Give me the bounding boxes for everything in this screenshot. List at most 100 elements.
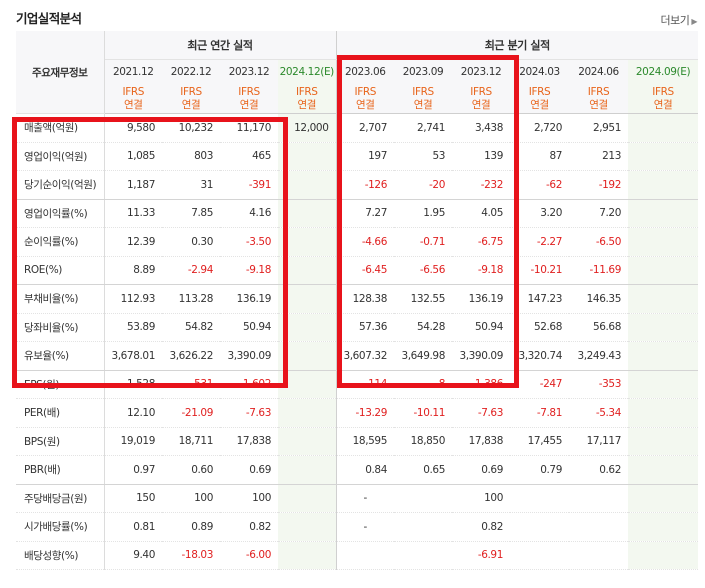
table-cell: -18.03: [162, 541, 220, 570]
table-cell: [278, 142, 337, 171]
table-cell: 4.05: [452, 199, 510, 228]
table-cell: 113.28: [162, 284, 220, 314]
table-cell: 50.94: [220, 313, 278, 342]
row-label[interactable]: 배당성향(%): [16, 541, 105, 570]
table-cell: [628, 313, 699, 342]
row-label[interactable]: EPS(원): [16, 370, 105, 399]
table-cell: 132.55: [394, 284, 452, 314]
table-cell: 3,438: [452, 113, 510, 143]
table-cell: 19,019: [104, 427, 162, 456]
table-cell: 150: [104, 484, 162, 513]
table-row: 주당배당금(원) 150 100 100-100: [16, 484, 699, 513]
table-cell: -192: [569, 170, 628, 200]
table-row: 배당성향(%) 9.40 -18.03 -6.00 -6.91: [16, 541, 699, 570]
table-cell: [278, 370, 337, 399]
table-cell: [628, 370, 699, 399]
table-cell: -10.21: [510, 256, 569, 285]
table-cell: [628, 142, 699, 171]
row-label[interactable]: PBR(배): [16, 455, 105, 485]
row-label[interactable]: 유보율(%): [16, 341, 105, 371]
table-cell: 2,741: [394, 113, 452, 143]
table-cell: 2,951: [569, 113, 628, 143]
table-cell: [628, 541, 699, 570]
table-cell: [628, 455, 699, 485]
table-cell: [569, 512, 628, 542]
table-cell: [278, 170, 337, 200]
row-label[interactable]: ROE(%): [16, 256, 105, 285]
row-label[interactable]: 영업이익(억원): [16, 142, 105, 171]
table-cell: [394, 484, 452, 513]
table-cell: -7.63: [452, 398, 510, 428]
table-cell: -126: [336, 170, 394, 200]
row-label[interactable]: 순이익률(%): [16, 227, 105, 257]
period-header: 2024.03: [510, 59, 569, 84]
table-cell: 2,707: [336, 113, 394, 143]
table-cell: 1.95: [394, 199, 452, 228]
table-cell: [628, 256, 699, 285]
basis-header: IFRS 연결: [104, 84, 162, 114]
table-cell: -10.11: [394, 398, 452, 428]
table-cell: 100: [452, 484, 510, 513]
table-cell: [628, 113, 699, 143]
row-label[interactable]: PER(배): [16, 398, 105, 428]
table-cell: -1,602: [220, 370, 278, 399]
table-cell: 50.94: [452, 313, 510, 342]
table-cell: 18,850: [394, 427, 452, 456]
table-cell: 17,455: [510, 427, 569, 456]
table-row: PER(배) 12.10 -21.09 -7.63 -13.29 -10.11 -7.63-…: [16, 398, 699, 428]
table-cell: 1,187: [104, 170, 162, 200]
row-label[interactable]: 부채비율(%): [16, 284, 105, 314]
table-row: 당좌비율(%) 53.89 54.82 50.94 57.36 54.28 50.94 52.…: [16, 313, 699, 342]
table-cell: -391: [220, 170, 278, 200]
table-cell: 3.20: [510, 199, 569, 228]
table-cell: 0.60: [162, 455, 220, 485]
basis-standard: IFRS: [528, 85, 551, 98]
table-cell: 4.16: [220, 199, 278, 228]
table-row: PBR(배) 0.97 0.60 0.69 0.84 0.65 0.69 0.79 0.62: [16, 455, 699, 485]
table-cell: [278, 284, 337, 314]
table-cell: [569, 541, 628, 570]
period-header: 2024.09(E): [628, 59, 699, 84]
row-label[interactable]: 당기순이익(억원): [16, 170, 105, 200]
basis-standard: IFRS: [652, 85, 674, 98]
row-label[interactable]: 매출액(억원): [16, 113, 105, 143]
table-cell: 0.84: [336, 455, 394, 485]
table-cell: [278, 227, 337, 257]
table-cell: 31: [162, 170, 220, 200]
table-cell: 0.97: [104, 455, 162, 485]
table-cell: 12,000: [278, 113, 337, 143]
basis-scope: 연결: [355, 98, 375, 111]
row-label[interactable]: 당좌비율(%): [16, 313, 105, 342]
table-cell: [278, 341, 337, 371]
row-label[interactable]: 시가배당률(%): [16, 512, 105, 542]
table-cell: -20: [394, 170, 452, 200]
table-cell: -247: [510, 370, 569, 399]
table-cell: 53: [394, 142, 452, 171]
table-cell: [628, 284, 699, 314]
table-cell: 17,117: [569, 427, 628, 456]
basis-standard: IFRS: [180, 85, 202, 98]
basis-scope: 연결: [589, 98, 608, 111]
table-cell: [278, 512, 337, 542]
table-cell: -5.34: [569, 398, 628, 428]
table-cell: 17,838: [220, 427, 278, 456]
table-cell: 3,320.74: [510, 341, 569, 371]
quarter-group-header: 최근 분기 실적: [336, 31, 699, 60]
table-cell: -62: [510, 170, 569, 200]
table-cell: -9.18: [452, 256, 510, 285]
table-cell: -4.66: [336, 227, 394, 257]
table-cell: 1,528: [104, 370, 162, 399]
table-cell: 213: [569, 142, 628, 171]
more-link[interactable]: 더보기 ▶: [660, 12, 697, 28]
table-cell: [628, 199, 699, 228]
basis-scope: 연결: [413, 98, 433, 111]
table-cell: 53.89: [104, 313, 162, 342]
basis-header: IFRS 연결: [162, 84, 220, 114]
row-label[interactable]: 영업이익률(%): [16, 199, 105, 228]
table-cell: 11,170: [220, 113, 278, 143]
annual-group-header: 최근 연간 실적: [104, 31, 337, 60]
row-label[interactable]: BPS(원): [16, 427, 105, 456]
table-cell: -6.00: [220, 541, 278, 570]
row-label[interactable]: 주당배당금(원): [16, 484, 105, 513]
basis-standard: IFRS: [238, 85, 260, 98]
